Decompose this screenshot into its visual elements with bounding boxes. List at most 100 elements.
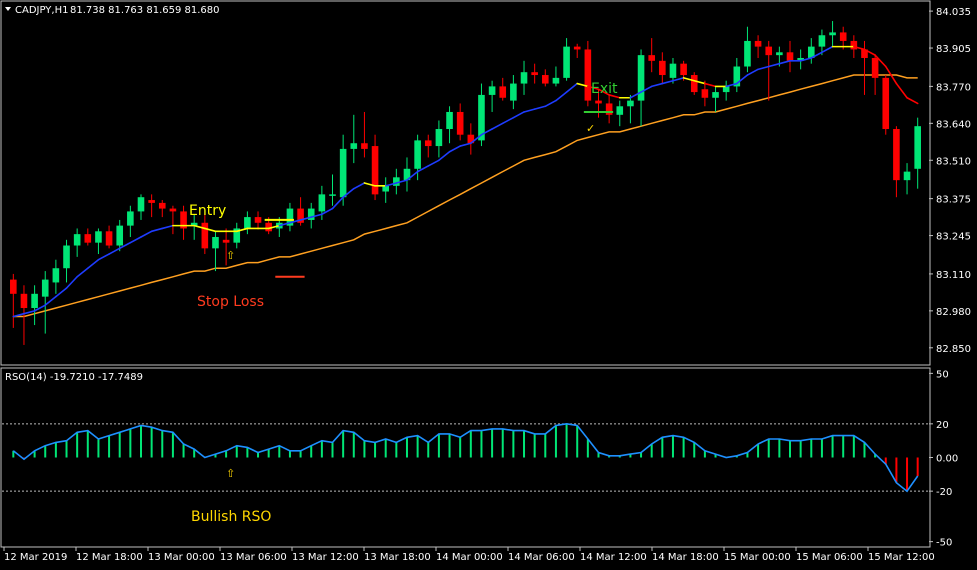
bear-candle-body <box>882 77 890 130</box>
bear-candle-body <box>499 86 507 98</box>
price-tick-label: 84.035 <box>936 7 971 18</box>
bear-candle-body <box>765 46 773 56</box>
price-tick-label: 82.850 <box>936 344 971 355</box>
bear-candle-body <box>701 89 709 98</box>
rso-tick-label: 20 <box>936 420 949 431</box>
bear-candle-body <box>659 60 666 76</box>
bull-candle-body <box>95 231 102 243</box>
price-tick-label: 83.510 <box>936 156 971 167</box>
bear-candle-body <box>371 146 379 195</box>
bull-candle-body <box>488 86 496 95</box>
bull-candle-body <box>616 106 624 115</box>
price-tick-label: 83.375 <box>936 195 971 206</box>
entry-label: Entry <box>189 203 226 219</box>
bull-candle-body <box>63 245 70 269</box>
bull-candle-body <box>627 100 634 107</box>
time-tick-label: 13 Mar 06:00 <box>220 552 287 563</box>
price-tick-label: 83.245 <box>936 232 971 243</box>
bull-candle-body <box>914 126 921 169</box>
bull-candle-body <box>116 225 124 246</box>
bear-candle-body <box>169 208 177 212</box>
bull-candle-body <box>31 293 38 309</box>
bear-candle-body <box>690 75 698 93</box>
bull-candle-body <box>903 171 911 181</box>
time-tick-label: 15 Mar 12:00 <box>868 552 935 563</box>
bear-candle-body <box>754 40 762 47</box>
rso-tick-label: -50 <box>936 538 952 549</box>
bull-candle-body <box>73 234 81 246</box>
bear-candle-body <box>541 75 549 84</box>
chart-background <box>0 0 977 566</box>
bear-candle-body <box>573 46 581 50</box>
bear-candle-body <box>850 40 858 50</box>
bear-candle-body <box>105 231 113 246</box>
bear-candle-body <box>424 140 432 147</box>
bear-candle-body <box>361 143 368 149</box>
bear-candle-body <box>893 129 900 181</box>
bull-candle-body <box>41 279 49 297</box>
time-tick-label: 14 Mar 18:00 <box>652 552 719 563</box>
bull-candle-body <box>510 83 517 101</box>
bear-candle-body <box>10 279 17 294</box>
bear-candle-body <box>605 103 613 115</box>
time-tick-label: 14 Mar 06:00 <box>508 552 575 563</box>
bull-candle-body <box>446 111 453 130</box>
bear-candle-body <box>871 57 879 78</box>
bear-candle-body <box>456 111 464 135</box>
exit-check-icon: ✓ <box>586 122 595 135</box>
price-tick-label: 83.110 <box>936 270 971 281</box>
time-tick-label: 15 Mar 06:00 <box>796 552 863 563</box>
price-tick-label: 83.905 <box>936 44 971 55</box>
bear-candle-body <box>648 55 655 61</box>
time-tick-label: 13 Mar 00:00 <box>148 552 215 563</box>
bull-candle-body <box>520 72 528 84</box>
time-tick-label: 13 Mar 18:00 <box>364 552 431 563</box>
bull-candle-body <box>669 63 677 78</box>
bull-candle-body <box>552 77 560 84</box>
bull-candle-body <box>339 148 347 198</box>
symbol-label: CADJPY,H1 <box>15 5 68 16</box>
bull-candle-body <box>744 40 751 67</box>
bear-candle-body <box>148 200 155 203</box>
time-tick-label: 12 Mar 2019 <box>4 552 67 563</box>
time-tick-label: 12 Mar 18:00 <box>76 552 143 563</box>
bull-candle-body <box>329 194 336 196</box>
bull-candle-body <box>52 268 60 283</box>
bull-candle-body <box>435 129 443 147</box>
ohlc-readout: 81.738 81.763 81.659 81.680 <box>70 5 220 16</box>
chart-window: 84.035 83.905 83.770 83.640 83.510 83.375 83.2… <box>0 0 977 566</box>
rso-tick-label: -20 <box>936 487 952 498</box>
bear-candle-body <box>839 32 847 41</box>
bull-candle-body <box>414 140 421 169</box>
bear-candle-body <box>680 63 687 76</box>
rso-tick-label: 0.00 <box>936 454 958 465</box>
time-tick-label: 14 Mar 12:00 <box>580 552 647 563</box>
rso-tick-label: 50 <box>936 369 949 380</box>
bull-candle-body <box>137 197 145 212</box>
price-tick-label: 83.770 <box>936 82 971 93</box>
bull-candle-body <box>712 92 719 98</box>
bull-candle-body <box>318 194 326 212</box>
bear-candle-body <box>222 239 230 243</box>
chart-canvas: 84.035 83.905 83.770 83.640 83.510 83.375 83.2… <box>0 0 977 566</box>
rso-arrow-icon: ⇧ <box>226 467 235 480</box>
bear-candle-body <box>254 217 262 223</box>
stop-loss-label: Stop Loss <box>197 294 264 310</box>
time-tick-label: 15 Mar 00:00 <box>724 552 791 563</box>
bear-candle-body <box>786 52 794 61</box>
bull-candle-body <box>212 236 219 249</box>
indicator-title: RSO(14) -19.7210 -17.7489 <box>5 372 143 383</box>
exit-label: Exit <box>591 81 618 97</box>
price-tick-label: 82.980 <box>936 307 971 318</box>
bull-candle-body <box>776 52 783 56</box>
bear-candle-body <box>531 72 538 76</box>
time-tick-label: 13 Mar 12:00 <box>292 552 359 563</box>
entry-arrow-icon: ⇧ <box>226 249 235 262</box>
bear-candle-body <box>158 202 166 209</box>
bull-candle-body <box>350 143 358 149</box>
bear-candle-body <box>201 222 209 249</box>
bull-candle-body <box>127 211 134 226</box>
bull-candle-body <box>722 86 730 93</box>
bear-candle-body <box>20 293 28 309</box>
bull-candle-body <box>829 32 836 36</box>
